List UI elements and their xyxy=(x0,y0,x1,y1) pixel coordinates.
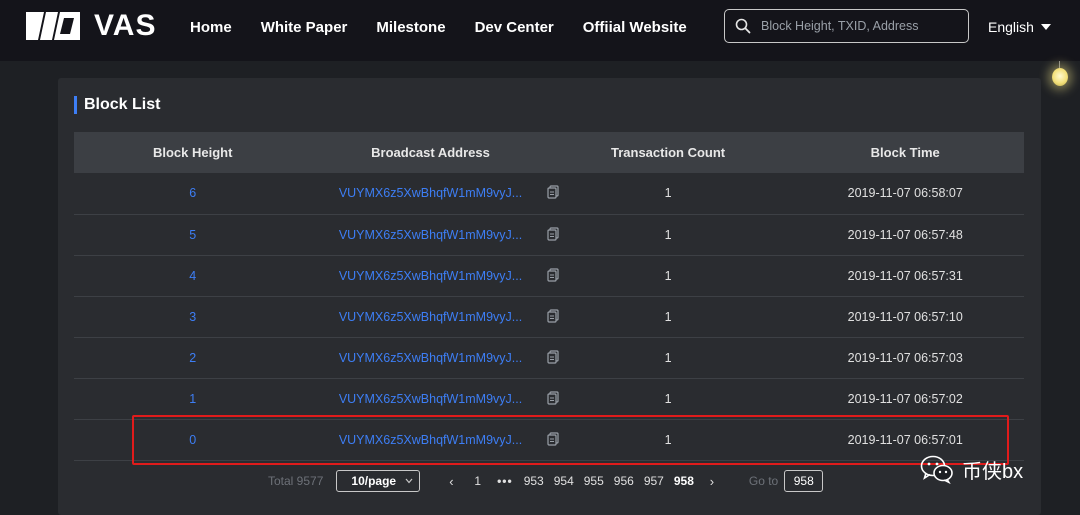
block-height-link[interactable]: 3 xyxy=(189,310,196,324)
transaction-count-cell: 1 xyxy=(664,227,672,242)
table-header-row: Block Height Broadcast Address Transacti… xyxy=(74,132,1024,173)
transaction-count-cell: 1 xyxy=(664,391,672,406)
page-955-button[interactable]: 955 xyxy=(584,474,604,488)
transaction-count-cell: 1 xyxy=(664,186,672,201)
broadcast-address-link[interactable]: VUYMX6z5XwBhqfW1mM9vyJ... xyxy=(339,269,522,283)
block-height-cell: 1 xyxy=(74,378,311,419)
block-time-cell: 2019-11-07 06:57:10 xyxy=(847,309,963,324)
table-row: 1 VUYMX6z5XwBhqfW1mM9vyJ... 1 2019-11-07 06… xyxy=(74,378,1024,419)
block-height-link[interactable]: 1 xyxy=(189,392,196,406)
brand-name: VAS xyxy=(94,9,157,42)
wechat-icon xyxy=(920,455,953,484)
broadcast-address-cell: VUYMX6z5XwBhqfW1mM9vyJ... xyxy=(311,173,559,214)
nav-milestone[interactable]: Milestone xyxy=(376,19,445,36)
copy-icon[interactable] xyxy=(547,226,559,241)
copy-icon[interactable] xyxy=(547,267,559,282)
nav-home[interactable]: Home xyxy=(190,19,232,36)
lightbulb-icon[interactable] xyxy=(1052,68,1068,86)
goto-page-input[interactable] xyxy=(784,470,824,492)
pagination: Total 9577 10/page ‹ 1 ••• 953 954 955 9… xyxy=(268,469,824,493)
block-time-cell: 2019-11-07 06:57:03 xyxy=(847,350,963,365)
copy-icon[interactable] xyxy=(547,185,559,199)
search-input[interactable] xyxy=(759,18,963,34)
copy-icon[interactable] xyxy=(547,308,559,323)
transaction-count-cell: 1 xyxy=(664,268,672,283)
transaction-count-cell: 1 xyxy=(664,350,672,365)
column-header-block-time: Block Time xyxy=(870,145,940,160)
total-count: Total 9577 xyxy=(268,474,324,488)
copy-icon[interactable] xyxy=(547,390,559,405)
goto-label: Go to xyxy=(748,474,779,488)
broadcast-address-link[interactable]: VUYMX6z5XwBhqfW1mM9vyJ... xyxy=(339,310,522,324)
block-height-cell: 5 xyxy=(74,214,311,255)
table-row: 3 VUYMX6z5XwBhqfW1mM9vyJ... 1 2019-11-07 06… xyxy=(74,296,1024,337)
table-row: 5 VUYMX6z5XwBhqfW1mM9vyJ... 1 2019-11-07 06… xyxy=(74,214,1024,255)
page-size-select[interactable]: 10/page xyxy=(336,470,421,492)
broadcast-address-link[interactable]: VUYMX6z5XwBhqfW1mM9vyJ... xyxy=(339,228,522,242)
watermark-text: 币侠bx xyxy=(962,460,1024,483)
broadcast-address-cell: VUYMX6z5XwBhqfW1mM9vyJ... xyxy=(311,296,559,337)
chevron-down-icon xyxy=(405,478,413,484)
block-time-cell: 2019-11-07 06:57:48 xyxy=(847,227,963,242)
block-height-cell: 6 xyxy=(74,173,311,214)
broadcast-address-link[interactable]: VUYMX6z5XwBhqfW1mM9vyJ... xyxy=(339,186,522,200)
page-1-button[interactable]: 1 xyxy=(474,474,481,488)
brand-logo[interactable]: VAS xyxy=(24,9,156,43)
search-box[interactable] xyxy=(724,9,969,43)
column-header-broadcast-address: Broadcast Address xyxy=(371,145,490,160)
block-height-link[interactable]: 4 xyxy=(189,269,196,283)
broadcast-address-link[interactable]: VUYMX6z5XwBhqfW1mM9vyJ... xyxy=(339,392,522,406)
broadcast-address-cell: VUYMX6z5XwBhqfW1mM9vyJ... xyxy=(311,214,559,255)
broadcast-address-cell: VUYMX6z5XwBhqfW1mM9vyJ... xyxy=(311,337,559,378)
block-time-cell: 2019-11-07 06:58:07 xyxy=(847,186,963,201)
block-height-link[interactable]: 6 xyxy=(189,186,196,200)
main-nav: Home White Paper Milestone Dev Center Of… xyxy=(190,0,716,55)
nav-official-website[interactable]: Offiial Website xyxy=(583,19,687,36)
block-height-link[interactable]: 5 xyxy=(189,228,196,242)
language-label: English xyxy=(988,19,1034,35)
search-icon xyxy=(735,18,751,34)
top-navigation-bar: VAS Home White Paper Milestone Dev Cente… xyxy=(0,0,1080,61)
nav-dev-center[interactable]: Dev Center xyxy=(475,19,554,36)
page-957-button[interactable]: 957 xyxy=(644,474,664,488)
broadcast-address-cell: VUYMX6z5XwBhqfW1mM9vyJ... xyxy=(311,255,559,296)
table-row: 2 VUYMX6z5XwBhqfW1mM9vyJ... 1 2019-11-07 06… xyxy=(74,337,1024,378)
panel-title: Block List xyxy=(74,96,160,114)
page-954-button[interactable]: 954 xyxy=(554,474,574,488)
block-height-cell: 4 xyxy=(74,255,311,296)
column-header-transaction-count: Transaction Count xyxy=(611,145,726,160)
broadcast-address-cell: VUYMX6z5XwBhqfW1mM9vyJ... xyxy=(311,378,559,419)
page-size-value: 10/page xyxy=(351,474,397,488)
block-table: Block Height Broadcast Address Transacti… xyxy=(74,132,1024,461)
language-selector[interactable]: English xyxy=(988,19,1051,35)
current-page-button[interactable]: 958 xyxy=(674,474,694,488)
transaction-count-cell: 1 xyxy=(664,309,672,324)
page-ellipsis-button[interactable]: ••• xyxy=(497,474,513,488)
broadcast-address-link[interactable]: VUYMX6z5XwBhqfW1mM9vyJ... xyxy=(339,351,522,365)
nav-white-paper[interactable]: White Paper xyxy=(261,19,348,36)
prev-page-button[interactable]: ‹ xyxy=(446,474,456,489)
table-row: 6 VUYMX6z5XwBhqfW1mM9vyJ... 1 2019-11-07 06… xyxy=(74,173,1024,214)
column-header-block-height: Block Height xyxy=(152,145,233,160)
table-row: 4 VUYMX6z5XwBhqfW1mM9vyJ... 1 2019-11-07 06… xyxy=(74,255,1024,296)
block-height-cell: 3 xyxy=(74,296,311,337)
copy-icon[interactable] xyxy=(547,349,559,364)
vas-logo-icon xyxy=(26,12,80,40)
page-953-button[interactable]: 953 xyxy=(524,474,544,488)
caret-down-icon xyxy=(1040,24,1051,30)
block-time-cell: 2019-11-07 06:57:02 xyxy=(847,391,963,406)
block-time-cell: 2019-11-07 06:57:31 xyxy=(847,268,963,283)
next-page-button[interactable]: › xyxy=(707,474,717,489)
watermark: 币侠bx xyxy=(920,454,1023,484)
page-956-button[interactable]: 956 xyxy=(614,474,634,488)
highlight-box xyxy=(132,415,1009,465)
block-height-link[interactable]: 2 xyxy=(189,351,196,365)
block-height-cell: 2 xyxy=(74,337,311,378)
